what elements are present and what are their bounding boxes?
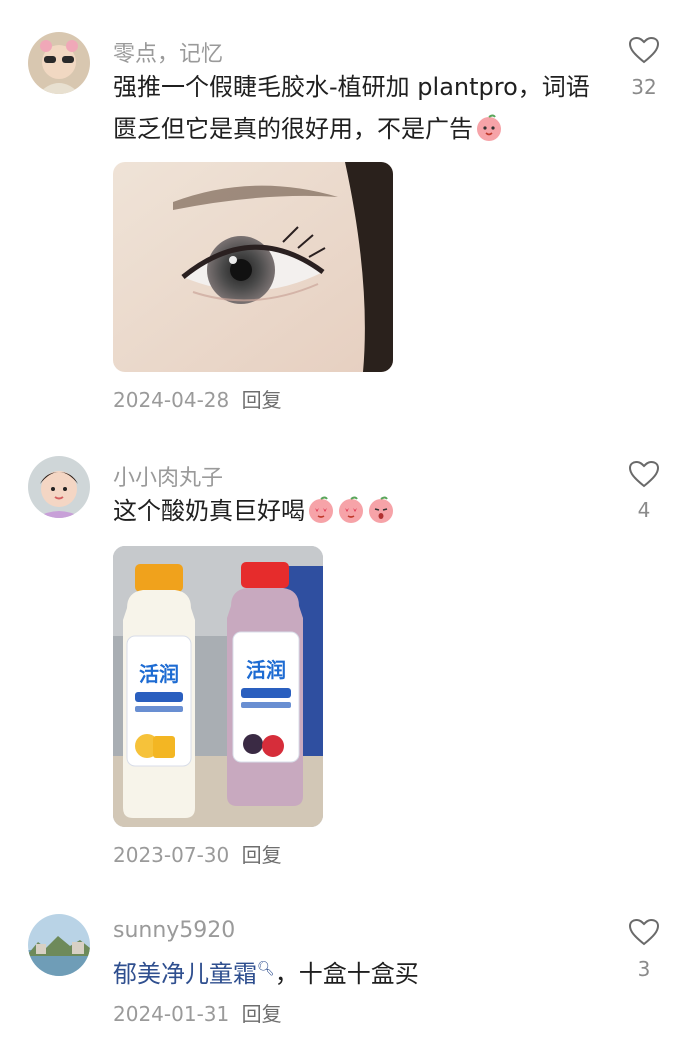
comment-text-content: 强推一个假睫毛胶水-植研加 plantpro，词语匮乏但它是真的很好用，不是广告 [113,73,590,143]
like-count: 32 [631,75,657,99]
comment-date: 2024-01-31 [113,1002,230,1026]
avatar[interactable] [28,32,90,94]
peach-surprised-emoji-icon [369,496,393,523]
comment-photo[interactable]: 活润 活润 [113,546,323,827]
avatar[interactable] [28,456,90,518]
peach-heart-eyes-emoji-icon [309,496,333,523]
reply-button[interactable]: 回复 [242,843,282,867]
like-count: 4 [637,498,651,522]
heart-icon [628,460,660,488]
comment-meta: 2024-04-28 回复 [113,384,282,413]
comment-date: 2023-07-30 [113,843,230,867]
like-count: 3 [637,957,651,981]
reply-button[interactable]: 回复 [242,388,282,412]
username[interactable]: 小小肉丸子 [113,460,223,492]
avatar[interactable] [28,914,90,976]
comment-text: 郁美净儿童霜🔍︎，十盒十盒买 [113,948,613,995]
peach-emoji-icon [477,114,501,141]
heart-icon [628,918,660,946]
search-icon: 🔍︎ [257,961,275,977]
comment-meta: 2023-07-30 回复 [113,839,282,868]
username[interactable]: 零点，记忆 [113,36,223,68]
like-button[interactable] [628,918,660,946]
comment-text: 强推一个假睫毛胶水-植研加 plantpro，词语匮乏但它是真的很好用，不是广告 [113,66,613,150]
comment-date: 2024-04-28 [113,388,230,412]
username[interactable]: sunny5920 [113,918,235,943]
comment-meta: 2024-01-31 回复 [113,998,282,1027]
like-button[interactable] [628,460,660,488]
peach-heart-eyes-emoji-icon [339,496,363,523]
comment-text: 这个酸奶真巨好喝 [113,490,613,532]
product-link[interactable]: 郁美净儿童霜🔍︎ [113,960,275,988]
svg-text:活润: 活润 [139,662,179,686]
reply-button[interactable]: 回复 [242,1002,282,1026]
comment-photo[interactable] [113,162,393,372]
product-link-text: 郁美净儿童霜 [113,960,257,988]
svg-text:活润: 活润 [246,658,286,682]
comment-text-content: ，十盒十盒买 [274,960,419,988]
like-button[interactable] [628,36,660,64]
comment-text-content: 这个酸奶真巨好喝 [113,497,305,525]
heart-icon [628,36,660,64]
